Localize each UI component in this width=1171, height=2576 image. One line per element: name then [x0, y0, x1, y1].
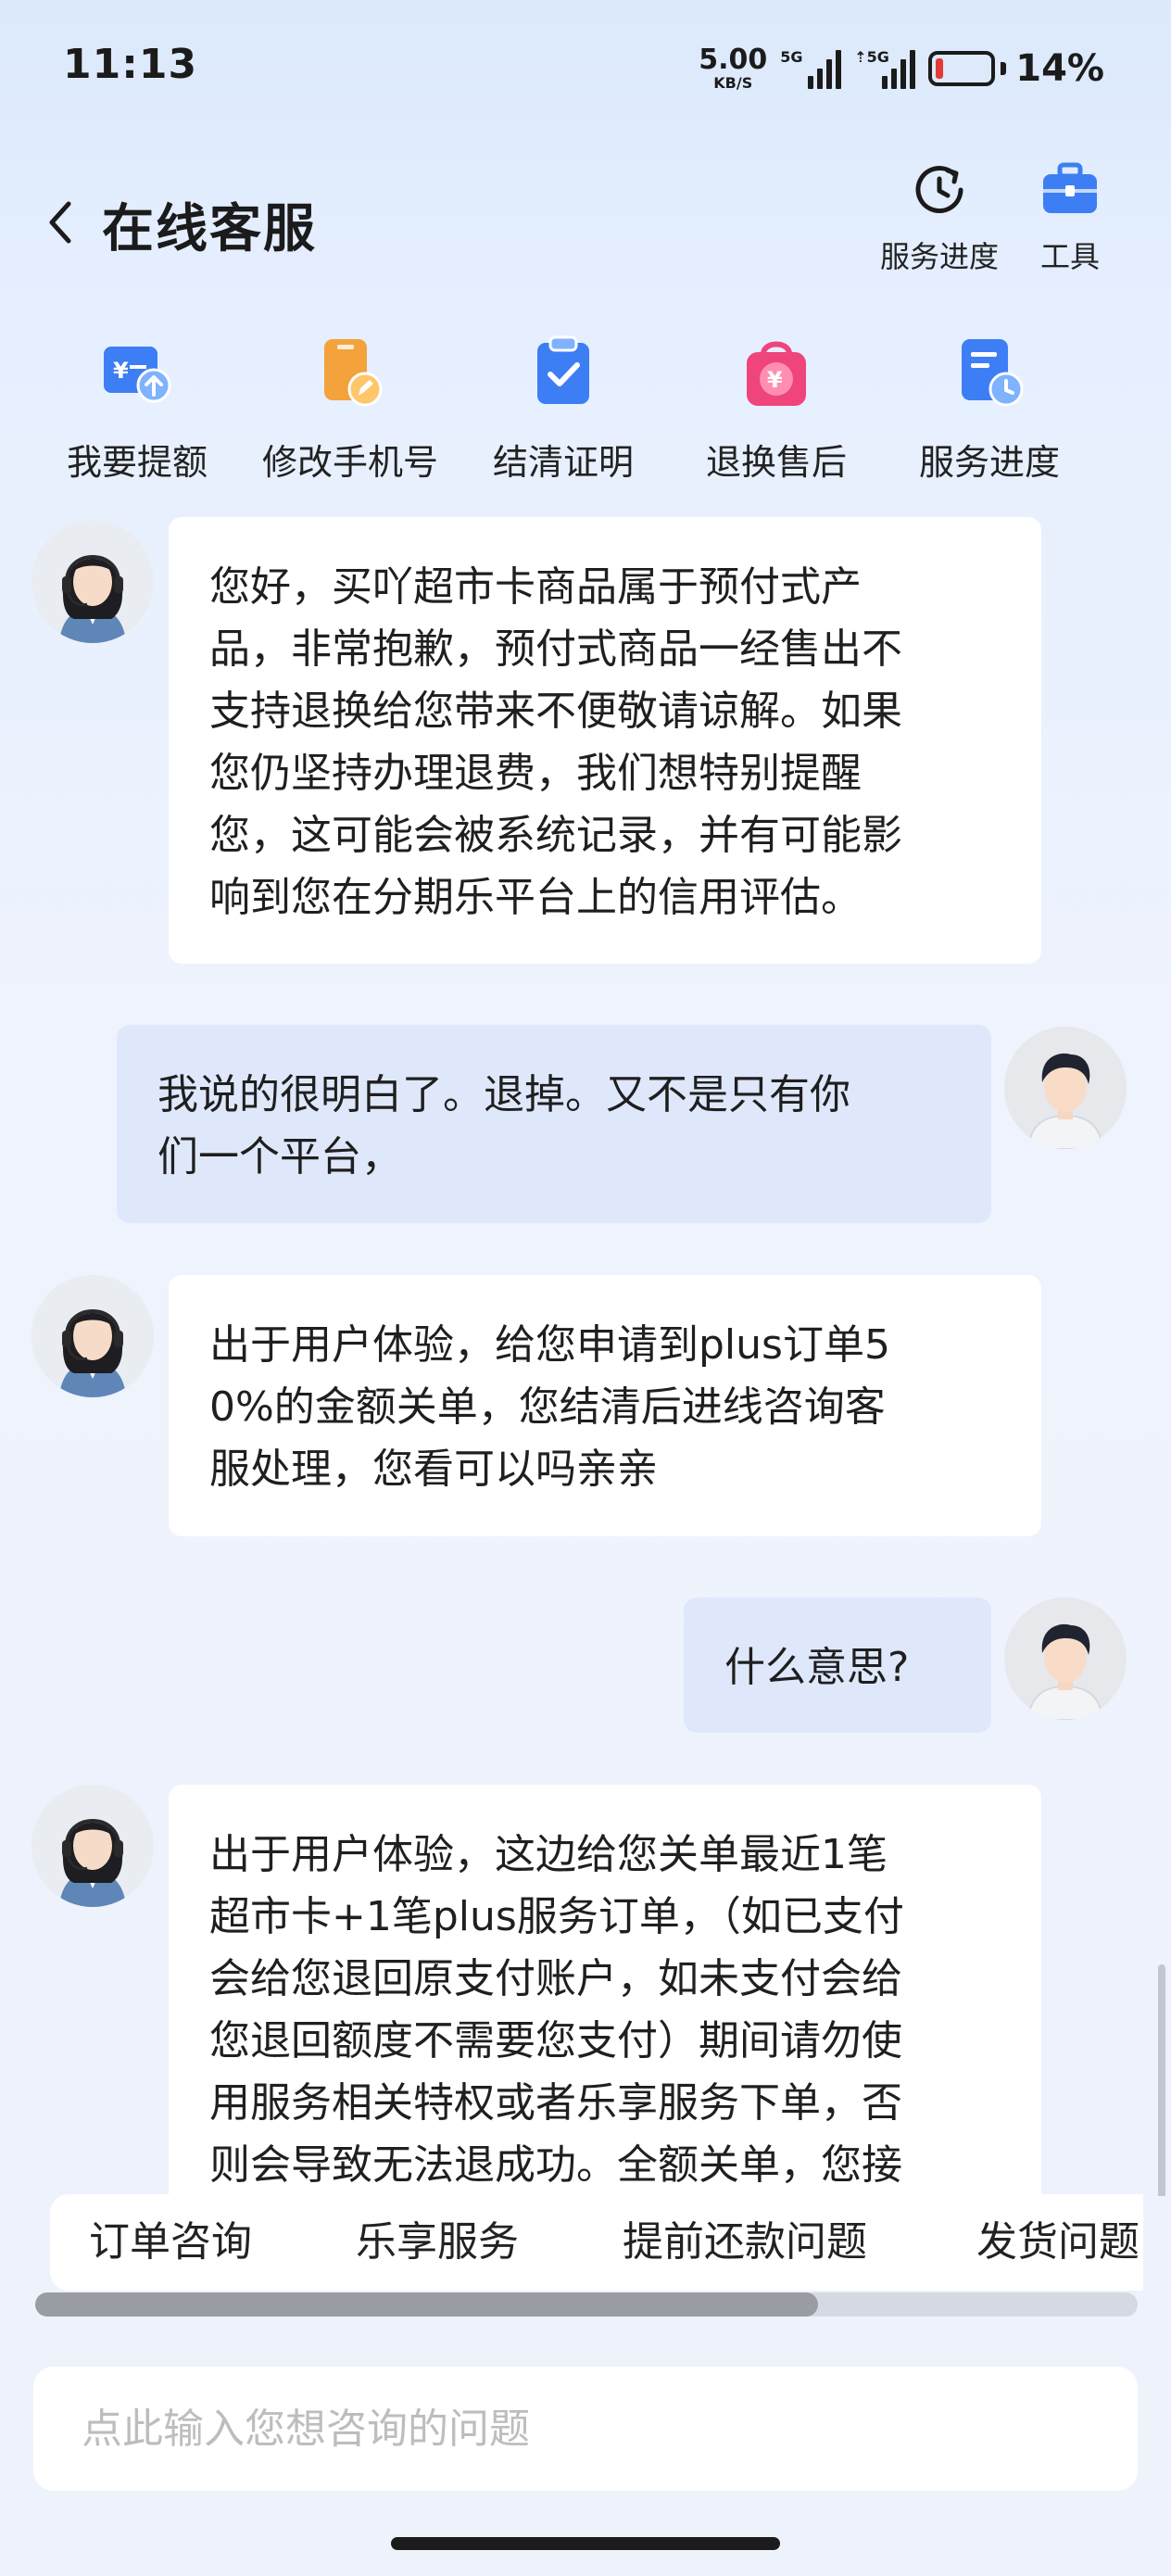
agent-message: 出于用户体验，给您申请到plus订单5 0%的金额关单，您结清后进线咨询客 服处…: [169, 1275, 1041, 1536]
status-bar: 11:13 5.00 KB/S 5G ⇡5G 14%: [0, 0, 1171, 139]
document-clock-icon: [962, 339, 1024, 407]
agent-avatar: [31, 521, 154, 643]
network-speed: 5.00 KB/S: [699, 46, 767, 91]
app-header: 在线客服 服务进度 工具: [0, 148, 1171, 297]
shortcut-service-progress[interactable]: 服务进度: [883, 334, 1096, 485]
user-message: 什么意思?: [684, 1597, 991, 1733]
agent-avatar: [31, 1785, 154, 1907]
header-service-progress-label: 服务进度: [880, 239, 1000, 274]
shortcut-increase-limit[interactable]: ¥ 我要提额: [31, 334, 244, 485]
chevron-left-icon: [49, 201, 71, 244]
phone-edit-icon: [324, 339, 383, 407]
svg-text:¥: ¥: [113, 358, 129, 384]
signal-sim1-icon: 5G: [780, 48, 842, 89]
quick-topic-chip[interactable]: 乐享服务: [356, 2194, 519, 2291]
quick-topics-bar[interactable]: 订单咨询 乐享服务 提前还款问题 发货问题: [50, 2194, 1143, 2291]
agent-message: 出于用户体验，这边给您关单最近1笔 超市卡+1笔plus服务订单，（如已支付 会…: [169, 1785, 1041, 2196]
chat-history[interactable]: 您好，买吖超市卡商品属于预付式产 品，非常抱歉，预付式商品一经售出不 支持退换给…: [0, 510, 1171, 2196]
header-tools-button[interactable]: 工具: [1038, 158, 1102, 276]
network-speed-unit: KB/S: [713, 74, 753, 92]
shortcut-settlement-certificate[interactable]: 结清证明: [457, 334, 670, 485]
home-indicator[interactable]: [391, 2537, 780, 2550]
wallet-up-icon: ¥: [104, 347, 171, 403]
quick-topic-chip[interactable]: 发货问题: [976, 2194, 1140, 2291]
agent-avatar-icon: [31, 521, 154, 643]
status-time: 11:13: [63, 41, 198, 88]
sim1-network-tag: 5G: [780, 48, 803, 66]
svg-text:¥: ¥: [767, 367, 783, 393]
sim2-network-tag: ⇡5G: [854, 48, 889, 66]
agent-avatar: [31, 1275, 154, 1397]
user-avatar: [1004, 1597, 1127, 1720]
bag-yen-icon: ¥: [747, 341, 806, 406]
quick-topic-chip[interactable]: 订单咨询: [89, 2194, 252, 2291]
quick-topic-chip[interactable]: 提前还款问题: [623, 2194, 867, 2291]
shortcut-change-phone[interactable]: 修改手机号: [244, 334, 457, 485]
chat-scrollbar[interactable]: [1158, 1964, 1165, 2196]
agent-avatar-icon: [31, 1785, 154, 1907]
user-avatar-icon: [1004, 1597, 1127, 1720]
clock-refresh-icon: [915, 166, 963, 214]
question-input[interactable]: [33, 2367, 1138, 2491]
clipboard-check-icon: [537, 335, 589, 404]
toolbox-icon: [1043, 162, 1097, 213]
user-avatar: [1004, 1027, 1127, 1149]
signal-sim2-icon: ⇡5G: [854, 48, 916, 89]
page-title: 在线客服: [102, 199, 317, 259]
shortcut-label: 结清证明: [492, 442, 634, 483]
user-avatar-icon: [1004, 1027, 1127, 1149]
shortcut-bar: ¥ 我要提额 修改手机号 结清证明 ¥ 退换售后 服务进度: [0, 334, 1171, 500]
shortcut-after-sales[interactable]: ¥ 退换售后: [670, 334, 883, 485]
shortcut-label: 退换售后: [705, 442, 847, 483]
user-message: 我说的很明白了。退掉。又不是只有你 们一个平台，: [117, 1025, 991, 1223]
status-indicators: 5.00 KB/S 5G ⇡5G 14%: [699, 41, 1104, 96]
battery-icon: 14%: [928, 47, 1104, 90]
battery-percent: 14%: [1015, 47, 1104, 90]
shortcut-label: 修改手机号: [261, 442, 438, 483]
network-speed-value: 5.00: [699, 44, 768, 76]
shortcut-label: 我要提额: [66, 442, 208, 483]
agent-message: 您好，买吖超市卡商品属于预付式产 品，非常抱歉，预付式商品一经售出不 支持退换给…: [169, 517, 1041, 964]
header-tools-label: 工具: [1039, 239, 1100, 274]
header-service-progress-button[interactable]: 服务进度: [880, 158, 999, 276]
agent-avatar-icon: [31, 1275, 154, 1397]
back-button[interactable]: [37, 195, 83, 250]
quick-topics-scroll-thumb[interactable]: [35, 2292, 818, 2317]
shortcut-label: 服务进度: [918, 442, 1060, 483]
